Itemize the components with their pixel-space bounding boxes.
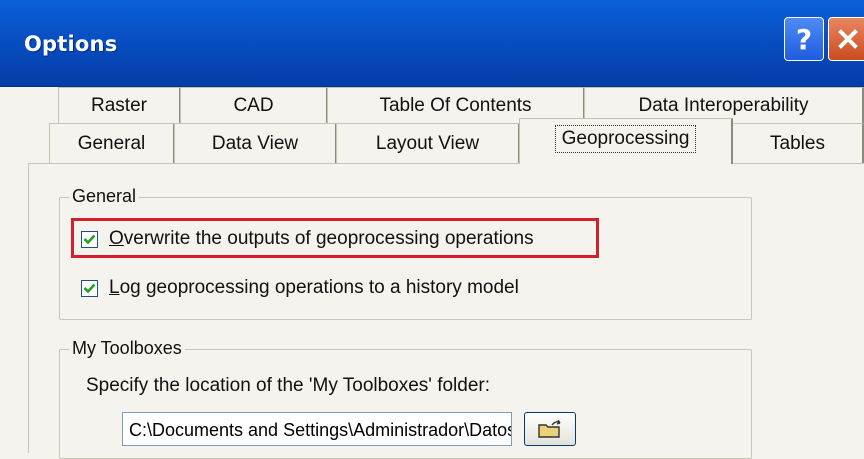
open-folder-icon	[538, 419, 561, 438]
tab-label: Data Interoperability	[638, 95, 809, 116]
highlight-box	[71, 218, 599, 258]
tab-label: Tables	[770, 132, 825, 154]
close-icon	[838, 29, 858, 49]
general-group-label: General	[69, 186, 140, 207]
checkmark-icon	[83, 283, 96, 293]
toolboxes-description: Specify the location of the 'My Toolboxe…	[86, 375, 491, 396]
tab-label: Geoprocessing	[554, 124, 697, 153]
tab-cad[interactable]: CAD	[180, 87, 328, 124]
tab-label: Raster	[91, 95, 147, 116]
tab-geoprocessing[interactable]: Geoprocessing	[519, 118, 733, 164]
tab-general[interactable]: General	[49, 123, 175, 163]
tab-layout-view[interactable]: Layout View	[336, 123, 520, 163]
tab-label: Data View	[211, 132, 299, 154]
help-icon: ?	[795, 22, 813, 56]
tab-data-view[interactable]: Data View	[174, 123, 337, 163]
window-title: Options	[24, 32, 118, 56]
title-bar[interactable]: Options ?	[0, 0, 864, 87]
close-button[interactable]	[828, 17, 864, 61]
tab-label: CAD	[233, 95, 274, 116]
log-mnemonic: L	[109, 277, 120, 298]
tab-raster[interactable]: Raster	[58, 87, 181, 124]
general-group	[59, 197, 752, 320]
log-history-checkbox[interactable]: Log geoprocessing operations to a histor…	[81, 277, 519, 299]
my-toolboxes-label: My Toolboxes	[69, 338, 185, 359]
tab-tables[interactable]: Tables	[732, 123, 864, 163]
tab-label: Layout View	[375, 132, 480, 154]
tab-label: Table Of Contents	[379, 95, 532, 116]
help-button[interactable]: ?	[784, 17, 824, 61]
log-label: og geoprocessing operations to a history…	[119, 277, 519, 298]
tab-label: General	[77, 132, 146, 154]
checkbox-box[interactable]	[81, 279, 98, 297]
